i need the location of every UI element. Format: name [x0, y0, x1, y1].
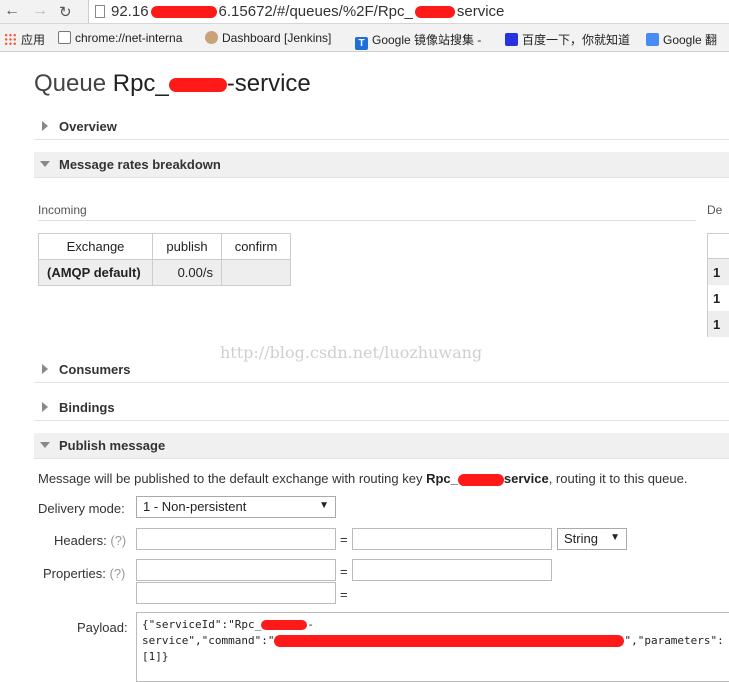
section-bindings[interactable]: Bindings	[34, 395, 729, 421]
properties-help-link[interactable]: (?)	[110, 566, 126, 581]
section-overview[interactable]: Overview	[34, 114, 729, 140]
divider	[38, 220, 696, 221]
incoming-rates-table: Exchange publish confirm (AMQP default) …	[38, 233, 291, 286]
property-key-input[interactable]	[136, 559, 336, 581]
collapse-arrow-icon	[40, 442, 50, 448]
reload-icon[interactable]: ↻	[59, 3, 72, 21]
deliveries-table: 1 1 1	[707, 233, 729, 337]
table-row: (AMQP default) 0.00/s	[38, 259, 291, 286]
forward-arrow-icon[interactable]: →	[32, 2, 48, 20]
payload-textarea[interactable]: {"serviceId":"Rpc_ - service","command":"…	[136, 612, 729, 682]
t-icon: T	[355, 37, 368, 50]
browser-toolbar: ← → ↻ 92.16 6.15672/#/queues/%2F/Rpc_ serv…	[0, 0, 729, 24]
back-arrow-icon[interactable]: ←	[4, 2, 20, 20]
header-value-input[interactable]	[352, 528, 552, 550]
publish-rate-cell: 0.00/s	[152, 259, 222, 286]
header-type-select[interactable]: String ▼	[557, 528, 627, 550]
bookmarks-bar: 应用 chrome://net-interna Dashboard [Jenki…	[0, 24, 729, 52]
section-consumers[interactable]: Consumers	[34, 357, 729, 383]
redaction-mark	[261, 620, 308, 630]
equals-sign: =	[340, 587, 348, 602]
redaction-mark	[274, 635, 625, 647]
section-message-rates[interactable]: Message rates breakdown	[34, 152, 729, 178]
redaction-mark	[457, 473, 504, 486]
property-key-input-2[interactable]	[136, 582, 336, 604]
redaction-mark	[414, 6, 455, 19]
column-header-exchange: Exchange	[38, 233, 153, 260]
jenkins-icon	[205, 31, 218, 44]
headers-label: Headers: (?)	[54, 533, 127, 548]
bookmark-google-translate[interactable]: Google 翻	[646, 31, 717, 48]
expand-arrow-icon	[42, 121, 48, 131]
google-translate-icon	[646, 33, 659, 46]
expand-arrow-icon	[42, 402, 48, 412]
header-key-input[interactable]	[136, 528, 336, 550]
deliveries-label: De	[707, 203, 723, 217]
redaction-mark	[168, 77, 227, 92]
url-text: 92.16 6.15672/#/queues/%2F/Rpc_ service	[111, 3, 505, 20]
collapse-arrow-icon	[40, 161, 50, 167]
payload-label: Payload:	[77, 620, 128, 635]
bookmark-jenkins[interactable]: Dashboard [Jenkins]	[205, 31, 331, 45]
page-title: Queue Rpc_ -service	[34, 70, 311, 97]
redaction-mark	[150, 6, 217, 19]
column-header-confirm: confirm	[221, 233, 291, 260]
table-header	[707, 233, 729, 259]
dropdown-caret-icon: ▼	[319, 500, 329, 511]
incoming-label: Incoming	[38, 203, 87, 217]
dropdown-caret-icon: ▼	[610, 532, 620, 543]
publish-description: Message will be published to the default…	[38, 471, 688, 486]
bookmark-apps[interactable]: 应用	[4, 31, 45, 48]
equals-sign: =	[340, 532, 348, 547]
bookmark-baidu[interactable]: 百度一下，你就知道	[505, 31, 630, 48]
delivery-mode-select[interactable]: 1 - Non-persistent ▼	[136, 496, 336, 518]
table-row: 1	[707, 259, 729, 285]
table-row: 1	[707, 285, 729, 311]
bookmark-google-mirror[interactable]: T Google 镜像站搜集 -	[355, 31, 481, 50]
page-icon	[58, 31, 71, 44]
property-value-input[interactable]	[352, 559, 552, 581]
address-bar[interactable]: 92.16 6.15672/#/queues/%2F/Rpc_ service	[88, 0, 729, 23]
headers-help-link[interactable]: (?)	[110, 533, 126, 548]
baidu-paw-icon	[505, 33, 518, 46]
bookmark-net-internals[interactable]: chrome://net-interna	[58, 31, 182, 45]
column-header-publish: publish	[152, 233, 222, 260]
page-icon	[95, 5, 105, 18]
properties-label: Properties: (?)	[43, 566, 126, 581]
table-row: 1	[707, 311, 729, 337]
confirm-rate-cell	[221, 259, 291, 286]
equals-sign: =	[340, 564, 348, 579]
delivery-mode-label: Delivery mode:	[38, 501, 125, 516]
apps-grid-icon	[4, 33, 17, 46]
section-publish-message[interactable]: Publish message	[34, 433, 729, 459]
exchange-cell[interactable]: (AMQP default)	[38, 259, 153, 286]
expand-arrow-icon	[42, 364, 48, 374]
